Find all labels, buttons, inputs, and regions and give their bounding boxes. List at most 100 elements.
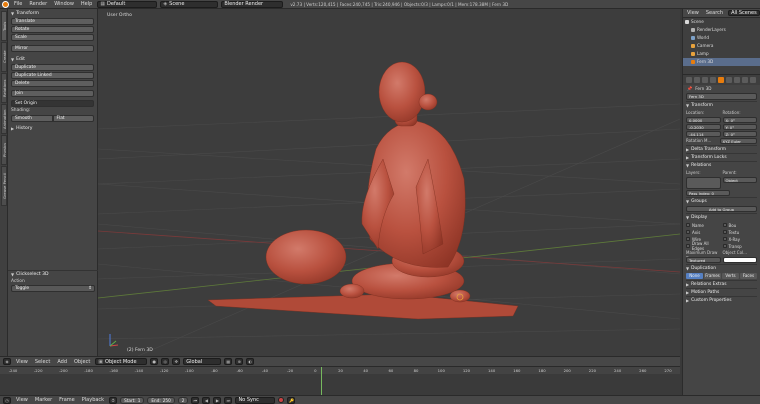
rotation-mode-dropdown[interactable]: XYZ Euler <box>719 138 757 144</box>
parent-type-dropdown[interactable]: Object <box>722 177 757 183</box>
layout-selector[interactable]: ▦ Default <box>97 0 158 8</box>
jump-end-icon[interactable]: ⏭ <box>224 396 233 404</box>
menu-view[interactable]: View <box>14 397 30 403</box>
current-frame-field[interactable]: 2 <box>177 396 189 404</box>
constraints-tab-icon[interactable] <box>726 77 732 83</box>
outliner-item[interactable]: World <box>683 34 760 42</box>
axis-checkbox[interactable]: Axis <box>686 229 721 235</box>
end-frame-field[interactable]: End: 250 <box>147 396 175 404</box>
operator-panel-header[interactable]: ▼ Clickselect 3D <box>11 271 95 278</box>
dup-frames-tab[interactable]: Frames <box>704 273 721 279</box>
menu-file[interactable]: File <box>12 1 24 7</box>
outliner-item[interactable]: Scene <box>683 18 760 26</box>
location-y-field[interactable]: -0.2030 <box>686 124 721 130</box>
set-origin-dropdown[interactable]: Set Origin <box>11 100 94 107</box>
outliner-search-menu[interactable]: Search <box>704 10 725 16</box>
preview-range-icon[interactable]: ⏱ <box>109 396 118 404</box>
menu-select[interactable]: Select <box>33 359 52 365</box>
relations-extras-header[interactable]: ▶ Relations Extras <box>686 280 757 288</box>
location-z-field[interactable]: -44.114 <box>686 131 721 137</box>
menu-marker[interactable]: Marker <box>33 397 54 403</box>
menu-playback[interactable]: Playback <box>80 397 106 403</box>
xray-checkbox[interactable]: X-Ray <box>722 236 758 242</box>
outliner-view-menu[interactable]: View <box>685 10 701 16</box>
scene-selector[interactable]: ◈ Scene <box>160 0 219 8</box>
add-to-group-button[interactable]: Add to Group <box>686 206 757 212</box>
data-tab-icon[interactable] <box>742 77 748 83</box>
outliner-item[interactable]: Lamp <box>683 50 760 58</box>
layers-tab-icon[interactable] <box>694 77 700 83</box>
scene-tab-icon[interactable] <box>702 77 708 83</box>
dup-none-tab[interactable]: None <box>686 273 703 279</box>
menu-window[interactable]: Window <box>52 1 76 7</box>
pivot-icon[interactable]: ◎ <box>161 358 170 365</box>
blender-logo-icon[interactable] <box>2 0 9 8</box>
layers-icon[interactable]: ▦ <box>224 358 233 365</box>
rotation-y-field[interactable]: Y: 0° <box>722 124 757 130</box>
tab-grease-pencil[interactable]: Grease Pencil <box>1 166 7 206</box>
shading-mode-icon[interactable]: ● <box>150 358 159 365</box>
orientation-selector[interactable]: Global <box>183 358 222 365</box>
menu-object[interactable]: Object <box>72 359 92 365</box>
bounds-checkbox[interactable]: Bou <box>722 222 758 228</box>
custom-properties-header[interactable]: ▶ Custom Properties <box>686 296 757 304</box>
pass-index-field[interactable]: Pass Index: 0 <box>686 190 730 196</box>
menu-view[interactable]: View <box>14 359 30 365</box>
sync-selector[interactable]: No Sync <box>235 396 276 404</box>
outliner-display-selector[interactable]: All Scenes <box>728 10 760 16</box>
world-tab-icon[interactable] <box>710 77 716 83</box>
play-reverse-icon[interactable]: ◀ <box>202 396 211 404</box>
draw-all-edges-checkbox[interactable]: Draw All Edges <box>686 241 721 251</box>
render-preview-icon[interactable]: ◐ <box>246 358 255 365</box>
menu-render[interactable]: Render <box>27 1 49 7</box>
shade-flat-button[interactable]: Flat <box>52 115 94 122</box>
translate-button[interactable]: Translate <box>11 18 94 25</box>
3d-viewport[interactable]: User Ortho (2) Fern 3D <box>98 9 680 356</box>
rotation-z-field[interactable]: Z: 0° <box>722 131 757 137</box>
action-dropdown[interactable]: Toggle ⇕ <box>11 285 95 292</box>
display-header[interactable]: ▼ Display <box>686 213 757 221</box>
mode-selector[interactable]: ▣ Object Mode <box>95 358 148 365</box>
delete-button[interactable]: Delete <box>11 80 94 87</box>
start-frame-field[interactable]: Start: 1 <box>120 396 145 404</box>
transform-locks-header[interactable]: ▶ Transform Locks <box>686 153 757 161</box>
outliner-item[interactable]: Camera <box>683 42 760 50</box>
tab-physics[interactable]: Physics <box>1 135 7 165</box>
rotation-x-field[interactable]: X: 0° <box>722 117 757 123</box>
manipulator-icon[interactable]: ✥ <box>172 358 181 365</box>
name-checkbox[interactable]: Name <box>686 222 721 228</box>
record-icon[interactable] <box>278 397 285 403</box>
location-x-field[interactable]: 0.0000 <box>686 117 721 123</box>
outliner-item[interactable]: Fern 3D <box>683 58 760 66</box>
join-button[interactable]: Join <box>11 90 94 97</box>
duplicate-linked-button[interactable]: Duplicate Linked <box>11 72 94 79</box>
frame-ruler[interactable]: -240 -220 -200 -180 -160 -140 -120 -100 -80 -60 -4… <box>0 367 680 374</box>
relations-header[interactable]: ▼ Relations <box>686 161 757 169</box>
render-engine-selector[interactable]: Blender Render <box>221 0 284 8</box>
transform-section-header[interactable]: ▼ Transform <box>686 101 757 109</box>
dup-faces-tab[interactable]: Faces <box>740 273 757 279</box>
menu-frame[interactable]: Frame <box>57 397 77 403</box>
object-color-swatch[interactable] <box>722 257 757 263</box>
timeline-editor[interactable]: -240 -220 -200 -180 -160 -140 -120 -100 -80 -60 -4… <box>0 366 680 396</box>
tab-relations[interactable]: Relations <box>1 73 7 103</box>
scale-button[interactable]: Scale <box>11 34 94 41</box>
shade-smooth-button[interactable]: Smooth <box>11 115 53 122</box>
motion-paths-header[interactable]: ▶ Motion Paths <box>686 288 757 296</box>
render-tab-icon[interactable] <box>686 77 692 83</box>
max-draw-type-dropdown[interactable]: Textured <box>686 257 721 263</box>
rotate-button[interactable]: Rotate <box>11 26 94 33</box>
material-tab-icon[interactable] <box>750 77 756 83</box>
play-icon[interactable]: ▶ <box>213 396 222 404</box>
menu-help[interactable]: Help <box>79 1 94 7</box>
groups-header[interactable]: ▼ Groups <box>686 197 757 205</box>
keying-set-icon[interactable]: 🔑 <box>287 396 296 404</box>
viewport-canvas[interactable] <box>98 9 680 356</box>
menu-add[interactable]: Add <box>55 359 69 365</box>
mirror-button[interactable]: Mirror <box>11 45 94 52</box>
modifiers-tab-icon[interactable] <box>734 77 740 83</box>
transparency-checkbox[interactable]: Transp <box>722 243 758 249</box>
duplication-header[interactable]: ▼ Duplication <box>686 264 757 272</box>
transform-panel-header[interactable]: ▼ Transform <box>11 10 94 17</box>
texture-space-checkbox[interactable]: Textu <box>722 229 758 235</box>
